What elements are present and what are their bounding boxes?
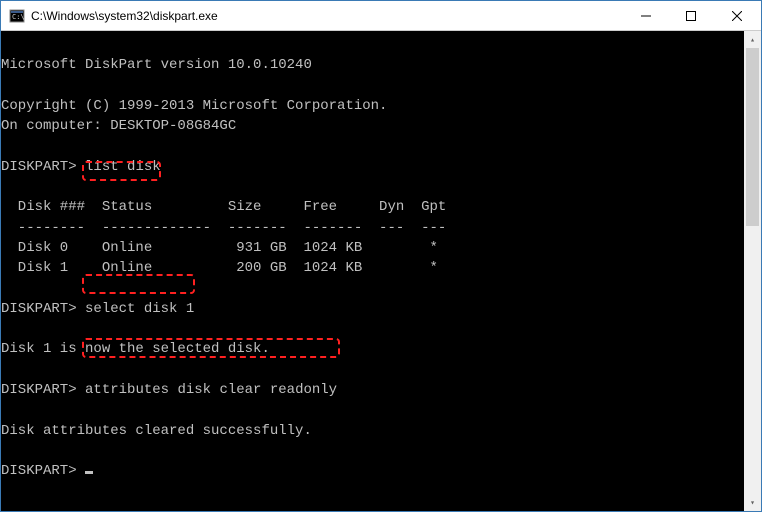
copyright-line: Copyright (C) 1999-2013 Microsoft Corpor… (1, 98, 387, 114)
prompt: DISKPART> (1, 463, 77, 479)
computer-line: On computer: DESKTOP-08G84GC (1, 118, 236, 134)
scroll-thumb[interactable] (746, 48, 759, 226)
window-controls (623, 1, 761, 30)
blank-line (1, 37, 9, 53)
prompt: DISKPART> (1, 382, 77, 398)
app-window: C:\ C:\Windows\system32\diskpart.exe Mic… (0, 0, 762, 512)
vertical-scrollbar[interactable]: ▴ ▾ (744, 31, 761, 511)
maximize-button[interactable] (668, 1, 713, 30)
terminal-area: Microsoft DiskPart version 10.0.10240 Co… (1, 31, 761, 511)
minimize-button[interactable] (623, 1, 668, 30)
window-title: C:\Windows\system32\diskpart.exe (31, 9, 623, 23)
table-header: Disk ### Status Size Free Dyn Gpt (1, 199, 446, 215)
app-icon: C:\ (9, 8, 25, 24)
titlebar[interactable]: C:\ C:\Windows\system32\diskpart.exe (1, 1, 761, 31)
prompt: DISKPART> (1, 159, 77, 175)
svg-text:C:\: C:\ (12, 13, 25, 21)
cursor (85, 471, 93, 474)
prompt: DISKPART> (1, 301, 77, 317)
table-row: Disk 0 Online 931 GB 1024 KB * (1, 240, 438, 256)
clear-result: Disk attributes cleared successfully. (1, 423, 312, 439)
table-row: Disk 1 Online 200 GB 1024 KB * (1, 260, 438, 276)
version-line: Microsoft DiskPart version 10.0.10240 (1, 57, 312, 73)
close-button[interactable] (713, 1, 761, 30)
scroll-up-arrow[interactable]: ▴ (744, 31, 761, 48)
scroll-track[interactable] (744, 48, 761, 494)
command-select-disk: select disk 1 (85, 301, 194, 317)
terminal-output[interactable]: Microsoft DiskPart version 10.0.10240 Co… (1, 31, 744, 511)
select-result: Disk 1 is now the selected disk. (1, 341, 270, 357)
command-list-disk: list disk (85, 159, 161, 175)
scroll-down-arrow[interactable]: ▾ (744, 494, 761, 511)
table-divider: -------- ------------- ------- ------- -… (1, 220, 446, 236)
command-attributes-clear: attributes disk clear readonly (85, 382, 337, 398)
